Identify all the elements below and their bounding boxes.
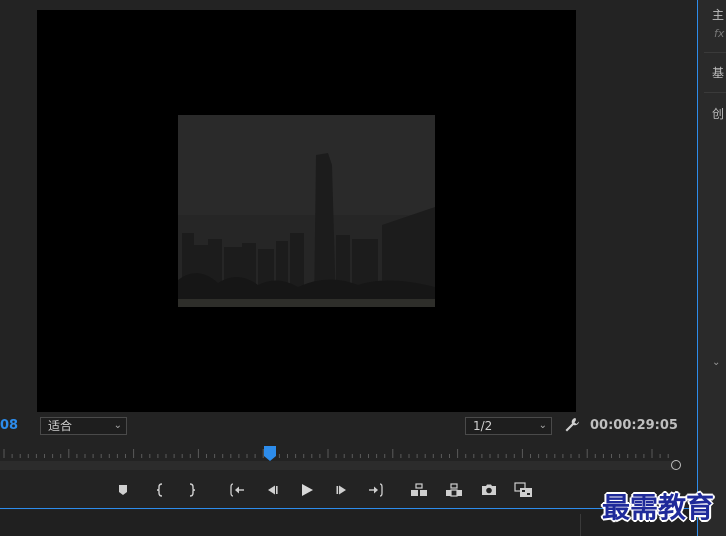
chevron-down-icon[interactable]: ⌄ (712, 357, 720, 368)
tab-main[interactable]: 主 (712, 6, 724, 23)
playhead-timecode[interactable]: 08 (0, 418, 18, 433)
right-panel: 主 fx 基 创 ⌄ (697, 0, 726, 536)
step-back-icon[interactable] (262, 481, 282, 499)
chevron-down-icon: ⌄ (538, 420, 547, 431)
go-to-in-icon[interactable] (227, 481, 247, 499)
panel-focus-border (0, 508, 696, 509)
zoom-level-value: 适合 (48, 419, 73, 433)
tab-basic[interactable]: 基 (712, 64, 724, 81)
watermark-logo: 最需教育 (602, 491, 715, 524)
chevron-down-icon: ⌄ (113, 420, 122, 431)
video-frame (178, 115, 435, 307)
playback-resolution-value: 1/2 (473, 419, 493, 433)
overwrite-icon[interactable] (444, 481, 464, 499)
panel-divider (580, 514, 581, 536)
scrub-end-handle[interactable] (671, 460, 681, 470)
go-to-out-icon[interactable] (366, 481, 386, 499)
zoom-level-dropdown[interactable]: 适合 ⌄ (40, 417, 127, 435)
playhead[interactable] (263, 446, 277, 462)
scrub-bar[interactable] (0, 461, 676, 470)
panel-separator (704, 52, 726, 53)
camera-icon[interactable] (479, 481, 499, 499)
compare-icon[interactable] (514, 481, 534, 499)
insert-icon[interactable] (409, 481, 429, 499)
tab-create[interactable]: 创 (712, 105, 724, 122)
play-icon[interactable] (297, 481, 317, 499)
mark-out-icon[interactable] (182, 481, 202, 499)
program-monitor-panel: 08 适合 ⌄ 1/2 ⌄ 00:00:29:05 (0, 0, 696, 508)
wrench-icon[interactable] (564, 417, 580, 433)
playback-resolution-dropdown[interactable]: 1/2 ⌄ (465, 417, 552, 435)
mark-in-icon[interactable] (150, 481, 170, 499)
timeline-panel-strip (0, 510, 696, 536)
video-canvas[interactable] (37, 10, 576, 412)
panel-separator (704, 92, 726, 93)
duration-timecode: 00:00:29:05 (590, 418, 678, 433)
fx-icon: fx (714, 27, 725, 40)
step-forward-icon[interactable] (332, 481, 352, 499)
marker-icon[interactable] (113, 481, 133, 499)
